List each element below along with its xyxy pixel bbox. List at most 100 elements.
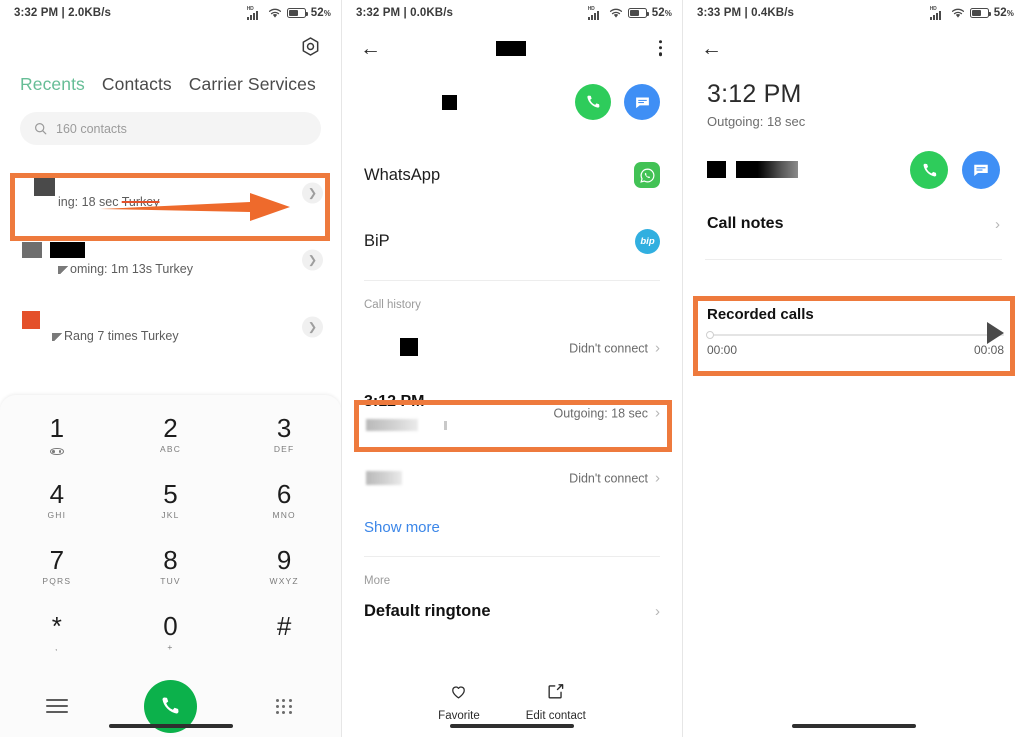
- panel-contact-details: 3:32 PM | 0.0KB/s HD 52% ← WhatsApp BiP …: [341, 0, 682, 737]
- slider-knob[interactable]: [706, 331, 714, 339]
- call-notes-label: Call notes: [707, 215, 784, 232]
- dialpad-key-hash[interactable]: #: [227, 607, 341, 667]
- status-time: 3:32 PM: [356, 7, 401, 19]
- recorded-calls-title: Recorded calls: [707, 306, 814, 323]
- call-direction-duration: Outgoing: 18 sec: [707, 114, 806, 129]
- heart-icon: [452, 686, 466, 699]
- status-time: 3:32 PM: [14, 7, 59, 19]
- play-icon[interactable]: [987, 322, 1004, 344]
- phone-icon[interactable]: [910, 151, 948, 189]
- contact-quick-actions: [575, 84, 660, 120]
- tab-carrier-services[interactable]: Carrier Services: [189, 74, 316, 95]
- signal-hd-icon: HD: [246, 6, 263, 20]
- search-input[interactable]: 160 contacts: [20, 112, 321, 145]
- tab-recents[interactable]: Recents: [20, 74, 85, 95]
- call-history-time: 3:12 PM: [364, 393, 425, 410]
- battery-percent: 52%: [310, 7, 331, 19]
- dialpad-key-0[interactable]: 0 +: [114, 607, 228, 667]
- dialpad-key-2[interactable]: 2 ABC: [114, 409, 228, 469]
- dialpad-key-7[interactable]: 7 PQRS: [0, 541, 114, 601]
- row-default-ringtone[interactable]: Default ringtone ›: [342, 591, 682, 631]
- dialpad-key-5[interactable]: 5 JKL: [114, 475, 228, 535]
- phone-icon[interactable]: [575, 84, 611, 120]
- back-arrow-icon[interactable]: ←: [701, 38, 722, 59]
- chevron-right-icon: ›: [655, 339, 660, 357]
- edit-contact-label: Edit contact: [525, 710, 586, 722]
- status-left: 3:32 PM | 2.0KB/s: [14, 7, 111, 19]
- favorite-button[interactable]: Favorite: [438, 682, 480, 737]
- tab-contacts[interactable]: Contacts: [102, 74, 172, 95]
- panel-recents-dialer: 3:32 PM | 2.0KB/s HD 52% Recents Contact…: [0, 0, 341, 737]
- call-list-item[interactable]: oming: 1m 13s Turkey ❯: [0, 226, 341, 293]
- call-notes-row[interactable]: Call notes ›: [683, 189, 1024, 233]
- edit-icon: [548, 684, 564, 699]
- chevron-right-icon[interactable]: ›: [655, 604, 660, 619]
- section-header-more: More: [364, 575, 391, 587]
- contact-header: [342, 70, 682, 120]
- dialpad-key-1[interactable]: 1: [0, 409, 114, 469]
- chevron-right-icon[interactable]: ❯: [302, 249, 323, 270]
- battery-icon: [627, 8, 650, 18]
- app-bar: ←: [342, 26, 682, 70]
- dialpad-key-4[interactable]: 4 GHI: [0, 475, 114, 535]
- app-row-bip[interactable]: BiP bip: [342, 208, 682, 274]
- section-header-call-history: Call history: [364, 299, 421, 311]
- dialpad-key-star[interactable]: *,: [0, 607, 114, 667]
- total-duration: 00:08: [973, 343, 1004, 357]
- dialpad-key-9[interactable]: 9 WXYZ: [227, 541, 341, 601]
- row-default-ringtone-label: Default ringtone: [364, 601, 491, 620]
- flag-icon: [52, 332, 63, 341]
- status-right: HD 52%: [587, 6, 672, 20]
- redacted-call-number: [366, 471, 402, 485]
- status-separator: |: [744, 7, 748, 19]
- call-history-status: Didn't connect ›: [569, 469, 660, 487]
- battery-percent: 52%: [993, 7, 1014, 19]
- signal-hd-icon: HD: [929, 6, 946, 20]
- search-icon: [35, 123, 47, 135]
- recorded-calls-player: Recorded calls 00:00 00:08: [706, 306, 1004, 357]
- status-network-speed: 0.0KB/s: [410, 7, 453, 19]
- home-indicator: [108, 724, 233, 728]
- dialpad-key-3[interactable]: 3 DEF: [227, 409, 341, 469]
- battery-icon: [286, 8, 309, 18]
- divider: [364, 280, 660, 281]
- playback-slider[interactable]: [706, 331, 1004, 339]
- redacted-call-marker: [444, 421, 447, 430]
- panel-call-details: 3:33 PM | 0.4KB/s HD 52% ← 3:12 PM Outgo…: [682, 0, 1024, 737]
- battery-icon: [969, 8, 992, 18]
- status-left: 3:33 PM | 0.4KB/s: [697, 7, 794, 19]
- redacted-call-number: [366, 419, 418, 431]
- recent-calls-list: ing: 18 sec Turkey ❯ oming: 1m 13s Turke…: [0, 159, 341, 360]
- chevron-right-icon[interactable]: ›: [995, 217, 1000, 232]
- dialpad: 1 2 ABC 3 DEF 4 GHI 5 JKL 6 MNO 7 PQRS 8 TUV 9W…: [0, 395, 341, 737]
- call-list-item[interactable]: Rang 7 times Turkey ❯: [0, 293, 341, 360]
- show-more-link[interactable]: Show more: [342, 511, 682, 550]
- call-list-item-detail: Rang 7 times Turkey: [52, 329, 179, 343]
- dialpad-keys: 1 2 ABC 3 DEF 4 GHI 5 JKL 6 MNO 7 PQRS 8 TUV 9W…: [0, 409, 341, 667]
- chevron-right-icon[interactable]: ❯: [302, 316, 323, 337]
- keypad-icon[interactable]: [275, 698, 293, 714]
- dialpad-key-8[interactable]: 8 TUV: [114, 541, 228, 601]
- wifi-icon: [268, 8, 281, 18]
- call-history-row[interactable]: Didn't connect ›: [342, 315, 682, 381]
- redacted-contact-number: [442, 94, 457, 110]
- gear-icon[interactable]: [300, 36, 321, 62]
- dialpad-key-6[interactable]: 6 MNO: [227, 475, 341, 535]
- search-placeholder: 160 contacts: [56, 121, 127, 136]
- status-separator: |: [61, 7, 65, 19]
- redacted-call-label: [400, 338, 418, 356]
- call-history-row[interactable]: Didn't connect ›: [342, 445, 682, 511]
- message-icon[interactable]: [624, 84, 660, 120]
- edit-contact-button[interactable]: Edit contact: [526, 682, 586, 737]
- call-history-row[interactable]: 3:12 PM Outgoing: 18 sec ›: [342, 381, 682, 445]
- status-network-speed: 2.0KB/s: [68, 7, 111, 19]
- signal-hd-icon: HD: [587, 6, 604, 20]
- overflow-menu-icon[interactable]: [658, 40, 662, 56]
- app-row-whatsapp[interactable]: WhatsApp: [342, 142, 682, 208]
- status-bar: 3:32 PM | 2.0KB/s HD 52%: [0, 0, 341, 26]
- message-icon[interactable]: [962, 151, 1000, 189]
- call-list-item-detail: oming: 1m 13s Turkey: [58, 262, 193, 276]
- menu-icon[interactable]: [45, 695, 68, 716]
- back-arrow-icon[interactable]: ←: [360, 38, 381, 59]
- chevron-right-icon[interactable]: ❯: [302, 182, 323, 203]
